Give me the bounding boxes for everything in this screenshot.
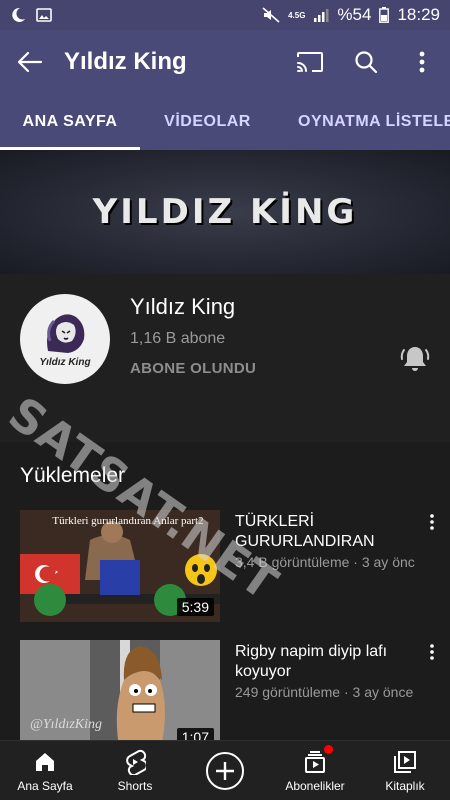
mute-icon <box>262 7 280 23</box>
nav-label: Shorts <box>117 779 153 793</box>
subscribed-button[interactable]: ABONE OLUNDU <box>130 360 256 377</box>
network-type: 4.5G <box>288 10 306 20</box>
lion-logo-icon <box>47 313 85 353</box>
back-button[interactable] <box>0 30 60 94</box>
channel-tabs: ANA SAYFA VİDEOLAR OYNATMA LİSTELERİ <box>0 94 450 150</box>
status-bar: 4.5G %54 18:29 <box>0 0 450 30</box>
subscriptions-icon <box>301 745 333 776</box>
avatar-text: Yıldız King <box>39 356 91 368</box>
nav-shorts[interactable]: Shorts <box>90 741 180 800</box>
more-vert-icon <box>430 644 434 660</box>
more-options-button[interactable] <box>394 30 450 94</box>
back-arrow-icon <box>17 51 43 73</box>
nav-library[interactable]: Kitaplık <box>360 741 450 800</box>
search-button[interactable] <box>338 30 394 94</box>
avatar[interactable]: Yıldız King <box>20 294 110 384</box>
channel-banner: YILDIZ KİNG <box>0 150 450 274</box>
shorts-icon <box>121 748 149 776</box>
banner-text: YILDIZ KİNG <box>92 192 358 232</box>
more-vert-icon <box>430 514 434 530</box>
video-more-button[interactable] <box>420 510 444 534</box>
app-bar: Yıldız King <box>0 30 450 94</box>
signal-icon <box>313 7 329 23</box>
video-duration: 5:39 <box>176 598 214 616</box>
cast-button[interactable] <box>282 30 338 94</box>
more-vert-icon <box>419 51 425 73</box>
clock: 18:29 <box>397 5 440 24</box>
notification-dot <box>324 745 333 754</box>
library-icon <box>391 748 419 776</box>
nav-label: Kitaplık <box>385 779 425 793</box>
video-item[interactable]: @YıldızKing 1:07 Rigby napim diyip lafı … <box>20 640 450 752</box>
create-plus-icon <box>205 751 245 791</box>
channel-name: Yıldız King <box>130 294 236 319</box>
video-meta: 249 görüntüleme · 3 ay önce <box>235 684 414 700</box>
battery-percent: %54 <box>337 5 372 24</box>
video-thumbnail[interactable]: @YıldızKing 1:07 <box>20 640 220 752</box>
subscriber-count: 1,16 B abone <box>130 330 226 347</box>
nav-label: Abonelikler <box>285 779 345 793</box>
search-icon <box>355 51 378 74</box>
nav-subscriptions[interactable]: Abonelikler <box>270 741 360 800</box>
video-more-button[interactable] <box>420 640 444 664</box>
tab-home[interactable]: ANA SAYFA <box>0 94 140 150</box>
nav-home[interactable]: Ana Sayfa <box>0 741 90 800</box>
nav-label: Ana Sayfa <box>17 779 73 793</box>
nav-create[interactable] <box>180 741 270 800</box>
cast-icon <box>297 52 323 72</box>
image-icon <box>36 7 52 23</box>
bell-ringing-icon <box>400 347 430 371</box>
tab-playlists[interactable]: OYNATMA LİSTELERİ <box>298 94 450 150</box>
tab-videos[interactable]: VİDEOLAR <box>150 94 265 150</box>
video-title[interactable]: Rigby napim diyip lafı koyuyor <box>235 642 415 682</box>
thumbnail-caption: @YıldızKing <box>30 717 102 732</box>
notification-bell-button[interactable] <box>398 342 432 376</box>
bottom-navigation: Ana Sayfa Shorts Abonelikler Kitaplık <box>0 740 450 800</box>
channel-title: Yıldız King <box>64 48 187 75</box>
moon-icon <box>10 7 26 23</box>
home-icon <box>31 748 59 776</box>
uploads-section: Yüklemeler Türkleri gururlandıran Anlar … <box>0 442 450 752</box>
video-title[interactable]: TÜRKLERİ GURURLANDIRAN ANLAR... <box>235 512 415 552</box>
battery-icon <box>379 7 390 23</box>
